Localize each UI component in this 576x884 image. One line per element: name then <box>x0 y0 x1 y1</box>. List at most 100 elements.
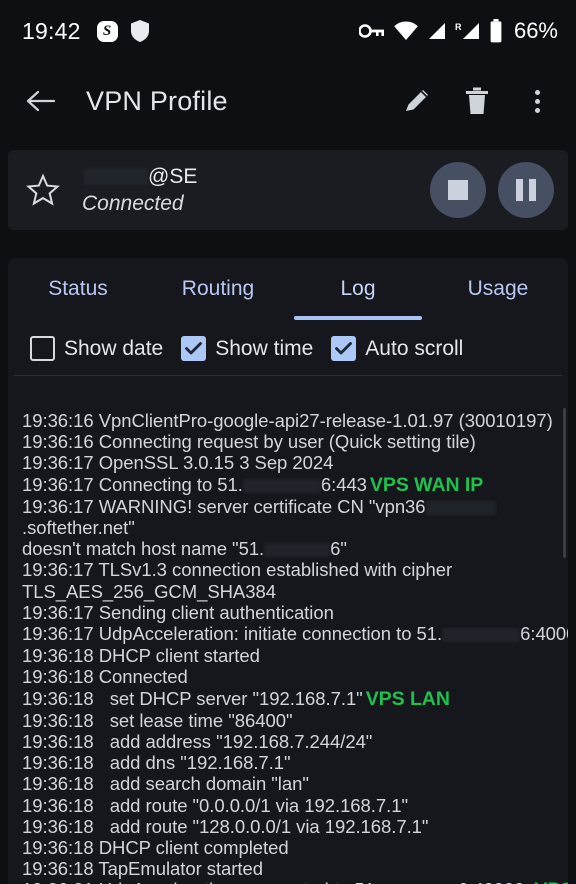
log-line: 19:36:17 WARNING! server certificate CN … <box>22 496 562 560</box>
log-message: DHCP client completed <box>98 837 289 859</box>
checkbox-checked-icon[interactable] <box>331 336 357 361</box>
log-timestamp: 19:36:18 <box>22 666 99 688</box>
pause-icon <box>516 179 536 201</box>
log-timestamp: 19:36:18 <box>22 687 99 709</box>
log-timestamp: 19:36:16 <box>22 431 99 453</box>
page-title: VPN Profile <box>86 85 228 116</box>
profile-detail-card: Status Routing Log Usage Show date Show … <box>8 258 568 884</box>
tab-usage[interactable]: Usage <box>428 258 568 320</box>
log-message: DHCP client started <box>98 645 260 667</box>
log-timestamp: 19:36:17 <box>22 559 99 581</box>
vpn-key-icon <box>358 24 384 38</box>
log-line: 19:36:18 set DHCP server "192.168.7.1" VP… <box>22 688 562 710</box>
log-message: add search domain "lan" <box>109 773 309 795</box>
back-arrow-icon[interactable] <box>24 84 58 118</box>
log-line: 19:36:18 DHCP client completed <box>22 837 562 858</box>
svg-text:R: R <box>455 22 462 32</box>
vpn-profile-card[interactable]: @SE Connected <box>8 150 568 230</box>
log-message-continued: 6:443 <box>320 473 367 495</box>
checkbox-checked-icon[interactable] <box>181 336 207 361</box>
log-line: 19:36:18 add dns "192.168.7.1" <box>22 752 562 773</box>
tab-log-label: Log <box>340 277 376 300</box>
log-annotation: VPS WAN IP <box>369 473 484 496</box>
log-line: 19:36:17 TLSv1.3 connection established … <box>22 559 562 601</box>
log-timestamp: 19:36:17 <box>22 601 99 623</box>
log-line: 19:36:18 DHCP client started <box>22 645 562 666</box>
show-time-checkbox[interactable]: Show time <box>181 336 313 361</box>
redacted-text <box>242 478 321 493</box>
log-message: add address "192.168.7.244/24" <box>109 731 373 753</box>
battery-icon <box>490 19 502 43</box>
log-annotation: VPS LAN <box>365 687 450 710</box>
log-message-continued: 6:40000 <box>520 623 568 645</box>
app-bar-actions <box>400 84 560 118</box>
log-timestamp: 19:36:18 <box>22 815 99 837</box>
delete-icon[interactable] <box>460 84 494 118</box>
log-line: 19:36:31 UdpAcceleration: connected to 5… <box>22 879 568 884</box>
log-message: add dns "192.168.7.1" <box>109 752 291 774</box>
log-message: Connecting to 51. <box>98 473 243 495</box>
show-date-checkbox[interactable]: Show date <box>30 336 163 361</box>
show-time-label: Show time <box>215 336 314 360</box>
log-line: 19:36:17 Connecting to 51. 6:443 VPS WAN I… <box>22 474 562 496</box>
log-message: Connected <box>98 666 188 688</box>
log-timestamp: 19:36:18 <box>22 858 99 880</box>
log-message: Sending client authentication <box>98 601 334 623</box>
overflow-menu-icon[interactable] <box>520 84 554 118</box>
log-message: add route "128.0.0.0/1 via 192.168.7.1" <box>109 815 429 837</box>
log-message: TapEmulator started <box>98 858 263 880</box>
log-timestamp: 19:36:17 <box>22 473 99 495</box>
app-bar: VPN Profile <box>0 62 576 140</box>
show-date-label: Show date <box>64 336 164 360</box>
tab-routing-label: Routing <box>181 277 255 300</box>
log-message: UdpAcceleration: initiate connection to … <box>98 623 443 645</box>
auto-scroll-label: Auto scroll <box>365 336 464 360</box>
status-bar-clock: 19:42 <box>22 17 81 44</box>
log-timestamp: 19:36:31 <box>22 879 99 884</box>
redacted-text <box>425 500 496 515</box>
tab-routing[interactable]: Routing <box>148 258 288 320</box>
redacted-text <box>442 628 521 643</box>
status-bar: 19:42 S R 66% <box>0 0 576 62</box>
log-message-wrapped: doesn't match host name "51. <box>22 538 265 560</box>
log-timestamp: 19:36:18 <box>22 645 99 667</box>
log-message: Connecting request by user (Quick settin… <box>98 431 476 453</box>
log-timestamp: 19:36:18 <box>22 731 99 753</box>
favorite-star-icon[interactable] <box>26 173 60 207</box>
tab-log[interactable]: Log <box>288 258 428 320</box>
pause-button[interactable] <box>498 162 554 218</box>
log-line: 19:36:18 add address "192.168.7.244/24" <box>22 731 562 752</box>
signal-roaming-icon: R <box>455 21 481 41</box>
log-message-wrapped-continued: 6" <box>330 538 347 560</box>
log-line: 19:36:18 add search domain "lan" <box>22 773 562 794</box>
log-line: 19:36:17 OpenSSL 3.0.15 3 Sep 2024 <box>22 452 562 473</box>
status-bar-notification-icons: S <box>96 19 151 43</box>
log-timestamp: 19:36:18 <box>22 709 99 731</box>
stop-button[interactable] <box>430 162 486 218</box>
log-timestamp: 19:36:18 <box>22 773 99 795</box>
checkbox-unchecked-icon[interactable] <box>30 336 55 361</box>
log-line: 19:36:16 Connecting request by user (Qui… <box>22 431 562 452</box>
tab-status-label: Status <box>48 277 108 300</box>
tab-status[interactable]: Status <box>8 258 148 320</box>
log-message: UdpAcceleration: connected to 51. <box>99 879 380 884</box>
log-message: add route "0.0.0.0/1 via 192.168.7.1" <box>109 794 408 816</box>
log-timestamp: 19:36:17 <box>22 495 99 517</box>
log-line: 19:36:18 add route "0.0.0.0/1 via 192.16… <box>22 795 562 816</box>
edit-icon[interactable] <box>400 84 434 118</box>
auto-scroll-checkbox[interactable]: Auto scroll <box>331 336 463 361</box>
signal-icon <box>428 23 445 39</box>
log-output[interactable]: 19:36:16 VpnClientPro-google-api27-relea… <box>8 404 568 884</box>
log-annotation: VPS WAN <box>534 879 568 884</box>
stop-icon <box>448 180 468 200</box>
vpn-connection-status: Connected <box>82 191 184 215</box>
log-line: 19:36:18 add route "128.0.0.0/1 via 192.… <box>22 816 562 837</box>
log-timestamp: 19:36:17 <box>22 452 99 474</box>
log-message: set DHCP server "192.168.7.1" <box>109 687 363 709</box>
redacted-profile-prefix <box>84 167 148 185</box>
tab-active-indicator <box>294 316 422 320</box>
log-timestamp: 19:36:16 <box>22 410 99 431</box>
log-timestamp: 19:36:17 <box>22 623 99 645</box>
shield-icon <box>130 20 149 42</box>
log-scrollbar[interactable] <box>563 408 566 558</box>
